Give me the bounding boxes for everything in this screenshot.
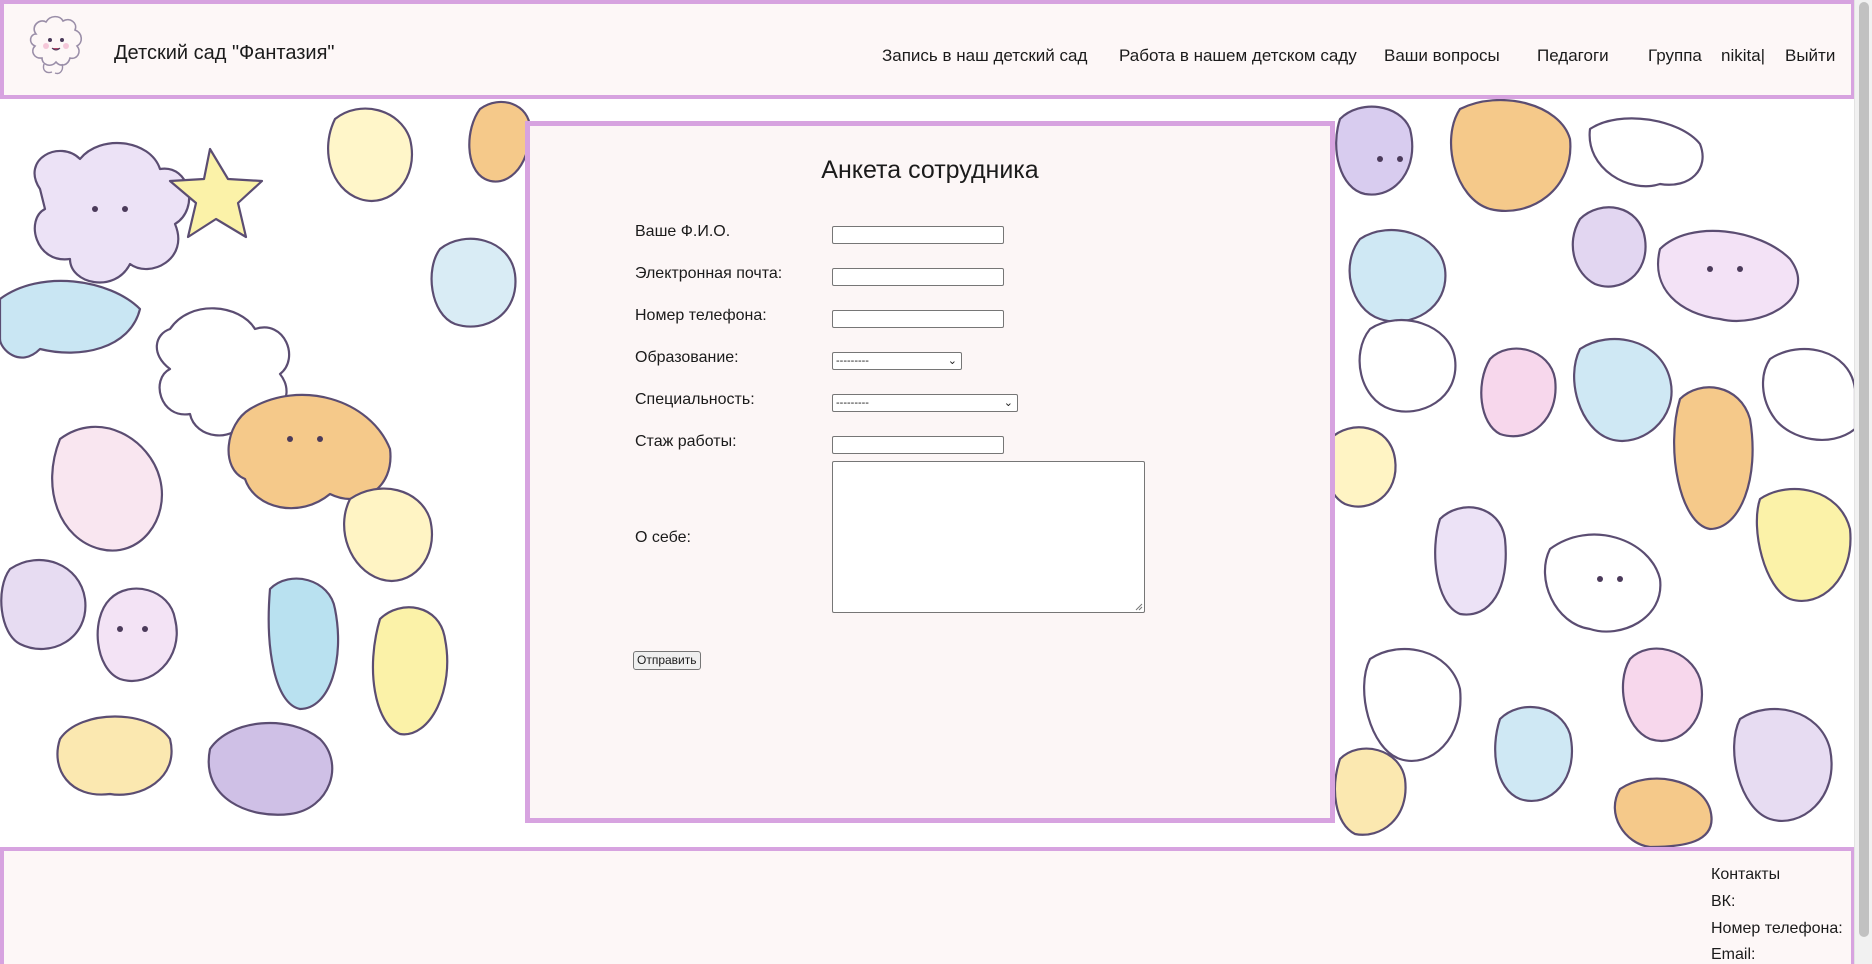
site-footer: Контакты ВК: Номер телефона: Email:: [0, 847, 1855, 964]
specialty-select-value: ---------: [836, 397, 869, 409]
specialty-label: Специальность:: [635, 391, 755, 408]
chevron-down-icon: ⌄: [947, 355, 957, 367]
nav-work[interactable]: Работа в нашем детском саду: [1119, 46, 1357, 66]
main-nav: Запись в наш детский сад Работа в нашем …: [4, 46, 1851, 70]
site-header: Детский сад "Фантазия" Запись в наш детс…: [0, 0, 1855, 99]
page-scrollbar[interactable]: [1854, 0, 1872, 964]
footer-phone: Номер телефона:: [1711, 920, 1843, 937]
email-input[interactable]: [832, 268, 1004, 286]
experience-input[interactable]: [832, 436, 1004, 454]
nav-username[interactable]: nikita|: [1721, 46, 1765, 66]
about-textarea[interactable]: [832, 461, 1145, 613]
education-select-value: ---------: [836, 355, 869, 367]
nav-enrollment[interactable]: Запись в наш детский сад: [882, 46, 1087, 66]
email-label: Электронная почта:: [635, 265, 783, 282]
name-label: Ваше Ф.И.О.: [635, 223, 731, 240]
submit-button[interactable]: Отправить: [633, 651, 701, 670]
name-input[interactable]: [832, 226, 1004, 244]
form-title: Анкета сотрудника: [821, 156, 1039, 184]
resize-grip-icon[interactable]: [1135, 603, 1143, 611]
footer-vk: ВК:: [1711, 893, 1736, 910]
chevron-down-icon: ⌄: [1003, 397, 1013, 409]
footer-contacts-title: Контакты: [1711, 866, 1781, 883]
phone-input[interactable]: [832, 310, 1004, 328]
nav-logout[interactable]: Выйти: [1785, 46, 1835, 66]
phone-label: Номер телефона:: [635, 307, 767, 324]
scrollbar-thumb[interactable]: [1859, 2, 1869, 937]
education-label: Образование:: [635, 349, 739, 366]
nav-group[interactable]: Группа: [1648, 46, 1702, 66]
education-select[interactable]: --------- ⌄: [832, 352, 962, 370]
employee-form-card: Анкета сотрудника Ваше Ф.И.О. Электронна…: [525, 121, 1335, 823]
specialty-select[interactable]: --------- ⌄: [832, 394, 1018, 412]
nav-teachers[interactable]: Педагоги: [1537, 46, 1609, 66]
about-label: О себе:: [635, 529, 691, 546]
experience-label: Стаж работы:: [635, 433, 737, 450]
footer-email: Email:: [1711, 946, 1756, 963]
nav-questions[interactable]: Ваши вопросы: [1384, 46, 1500, 66]
